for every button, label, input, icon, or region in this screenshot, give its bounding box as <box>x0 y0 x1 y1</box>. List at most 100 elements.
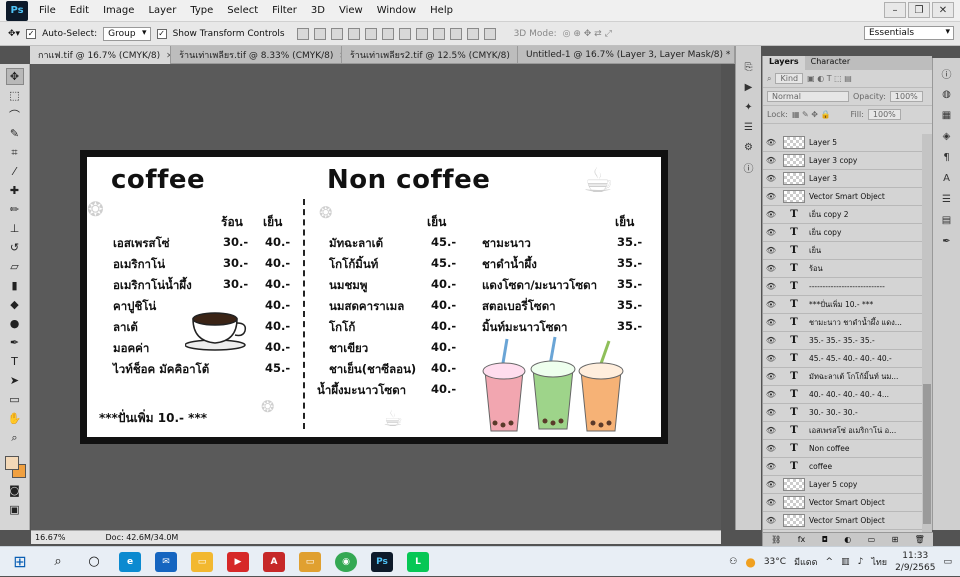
tab-document-3[interactable]: ร้านเท่าเพลียร2.tif @ 12.5% (CMYK/8)✕ <box>342 46 518 64</box>
info-icon[interactable]: ⓘ <box>741 160 757 175</box>
visibility-eye-icon[interactable]: 👁 <box>763 462 779 471</box>
minimize-icon[interactable]: – <box>884 2 906 18</box>
layers-scrollbar[interactable] <box>922 134 932 532</box>
path-select-tool-icon[interactable]: ➤ <box>6 372 24 389</box>
gradient-tool-icon[interactable]: ▮ <box>6 277 24 294</box>
move-tool-icon[interactable]: ✥ <box>5 68 24 85</box>
layer-row[interactable]: 👁 T มัทฉะลาเต้ โกโก้มิ้นท์ นม... <box>763 368 923 386</box>
blur-tool-icon[interactable]: ◆ <box>6 296 24 313</box>
visibility-eye-icon[interactable]: 👁 <box>763 444 779 453</box>
auto-select-dropdown[interactable]: Group <box>103 26 151 41</box>
mail-icon[interactable]: ✉ <box>148 548 184 576</box>
healing-tool-icon[interactable]: ✚ <box>6 182 24 199</box>
visibility-eye-icon[interactable]: 👁 <box>763 372 779 381</box>
clock[interactable]: 11:33 2/9/2565 <box>895 550 935 574</box>
visibility-eye-icon[interactable]: 👁 <box>763 354 779 363</box>
task-view-icon[interactable]: ○ <box>76 548 112 576</box>
close-icon[interactable]: ✕ <box>932 2 954 18</box>
edge-icon[interactable]: e <box>112 548 148 576</box>
menu-file[interactable]: File <box>32 5 63 16</box>
fill-field[interactable]: 100% <box>867 109 901 120</box>
eraser-tool-icon[interactable]: ▱ <box>6 258 24 275</box>
marquee-tool-icon[interactable]: ⬚ <box>6 87 24 104</box>
new-group-icon[interactable]: ▭ <box>868 535 876 544</box>
link-layers-icon[interactable]: ⛓ <box>771 535 781 544</box>
menu-layer[interactable]: Layer <box>141 5 183 16</box>
layer-row[interactable]: 👁 T 45.- 45.- 40.- 40.- 40.- <box>763 350 923 368</box>
align-top-icon[interactable] <box>296 27 309 40</box>
layer-row[interactable]: 👁 T เย็น <box>763 242 923 260</box>
volume-icon[interactable]: ♪ <box>858 557 864 567</box>
visibility-eye-icon[interactable]: 👁 <box>763 264 779 273</box>
layer-row[interactable]: 👁 T Non coffee <box>763 440 923 458</box>
visibility-eye-icon[interactable]: 👁 <box>763 318 779 327</box>
adjustments-icon[interactable]: ☰ <box>939 192 955 206</box>
visibility-eye-icon[interactable]: 👁 <box>763 426 779 435</box>
layer-row[interactable]: 👁 T ***ปั่นเพิ่ม 10.- *** <box>763 296 923 314</box>
distribute-bottom-icon[interactable] <box>432 27 445 40</box>
history-brush-tool-icon[interactable]: ↺ <box>6 239 24 256</box>
dodge-tool-icon[interactable]: ● <box>6 315 24 332</box>
layer-row[interactable]: 👁 Vector Smart Object <box>763 188 923 206</box>
menu-3d[interactable]: 3D <box>304 5 332 16</box>
align-middle-icon[interactable] <box>313 27 326 40</box>
filter-kind-dropdown[interactable]: Kind <box>775 73 804 84</box>
tab-document-1[interactable]: กาแฟ.tif @ 16.7% (CMYK/8)✕ <box>30 46 172 64</box>
layer-row[interactable]: 👁 Layer 5 copy <box>763 476 923 494</box>
notifications-icon[interactable]: ▭ <box>943 557 952 567</box>
color-icon[interactable]: ◍ <box>939 87 955 101</box>
quick-mask-icon[interactable]: ◙ <box>6 482 24 499</box>
layer-row[interactable]: 👁 T ---------------------------- <box>763 278 923 296</box>
visibility-eye-icon[interactable]: 👁 <box>763 282 779 291</box>
network-icon[interactable]: ▥ <box>841 557 850 567</box>
weather-icon[interactable]: ● <box>745 555 755 569</box>
distribute-center-icon[interactable] <box>466 27 479 40</box>
menu-filter[interactable]: Filter <box>265 5 304 16</box>
visibility-eye-icon[interactable]: 👁 <box>763 228 779 237</box>
move-tool-icon[interactable]: ✥▾ <box>8 29 20 39</box>
swatches-icon[interactable]: ▦ <box>939 108 955 122</box>
type-tool-icon[interactable]: T <box>6 353 24 370</box>
auto-select-checkbox[interactable]: ✓ <box>26 28 37 39</box>
stamp-tool-icon[interactable]: ⊥ <box>6 220 24 237</box>
tab-document-2[interactable]: ร้านเท่าเพลียร.tif @ 8.33% (CMYK/8)✕ <box>171 46 342 64</box>
workspace-dropdown[interactable]: Essentials <box>864 26 954 40</box>
file-explorer-icon[interactable]: ▭ <box>184 548 220 576</box>
menu-select[interactable]: Select <box>220 5 265 16</box>
line-icon[interactable]: L <box>400 548 436 576</box>
tray-arrow-icon[interactable]: ^ <box>826 557 834 567</box>
visibility-eye-icon[interactable]: 👁 <box>763 192 779 201</box>
brush-presets-icon[interactable]: ✦ <box>741 100 757 114</box>
tab-layers[interactable]: Layers <box>763 56 805 70</box>
distribute-top-icon[interactable] <box>398 27 411 40</box>
align-right-icon[interactable] <box>381 27 394 40</box>
menu-help[interactable]: Help <box>423 5 460 16</box>
layer-row[interactable]: 👁 T 30.- 30.- 30.- <box>763 404 923 422</box>
crop-tool-icon[interactable]: ⌗ <box>6 144 24 161</box>
shape-tool-icon[interactable]: ▭ <box>6 391 24 408</box>
paragraph-icon[interactable]: ¶ <box>939 150 955 164</box>
scroll-thumb[interactable] <box>923 384 931 524</box>
acrobat-icon[interactable]: A <box>256 548 292 576</box>
new-layer-icon[interactable]: ⊞ <box>892 535 899 544</box>
visibility-eye-icon[interactable]: 👁 <box>763 174 779 183</box>
search-icon[interactable]: ⌕ <box>40 548 76 576</box>
zoom-tool-icon[interactable]: ⌕ <box>6 429 24 446</box>
layer-row[interactable]: 👁 T 35.- 35.- 35.- 35.- <box>763 332 923 350</box>
visibility-eye-icon[interactable]: 👁 <box>763 516 779 525</box>
color-swatches[interactable] <box>3 456 27 480</box>
screen-mode-icon[interactable]: ▣ <box>6 501 24 518</box>
visibility-eye-icon[interactable]: 👁 <box>763 210 779 219</box>
windows-start-icon[interactable]: ⊞ <box>0 552 40 571</box>
visibility-eye-icon[interactable]: 👁 <box>763 246 779 255</box>
tab-character[interactable]: Character <box>805 56 857 70</box>
layer-row[interactable]: 👁 Vector Smart Object <box>763 494 923 512</box>
visibility-eye-icon[interactable]: 👁 <box>763 336 779 345</box>
distribute-right-icon[interactable] <box>483 27 496 40</box>
photoshop-icon[interactable]: Ps <box>364 548 400 576</box>
visibility-eye-icon[interactable]: 👁 <box>763 480 779 489</box>
chrome-icon[interactable]: ◉ <box>328 548 364 576</box>
align-center-icon[interactable] <box>364 27 377 40</box>
input-language[interactable]: ไทย <box>871 555 887 569</box>
brush-tool-icon[interactable]: ✏ <box>6 201 24 218</box>
